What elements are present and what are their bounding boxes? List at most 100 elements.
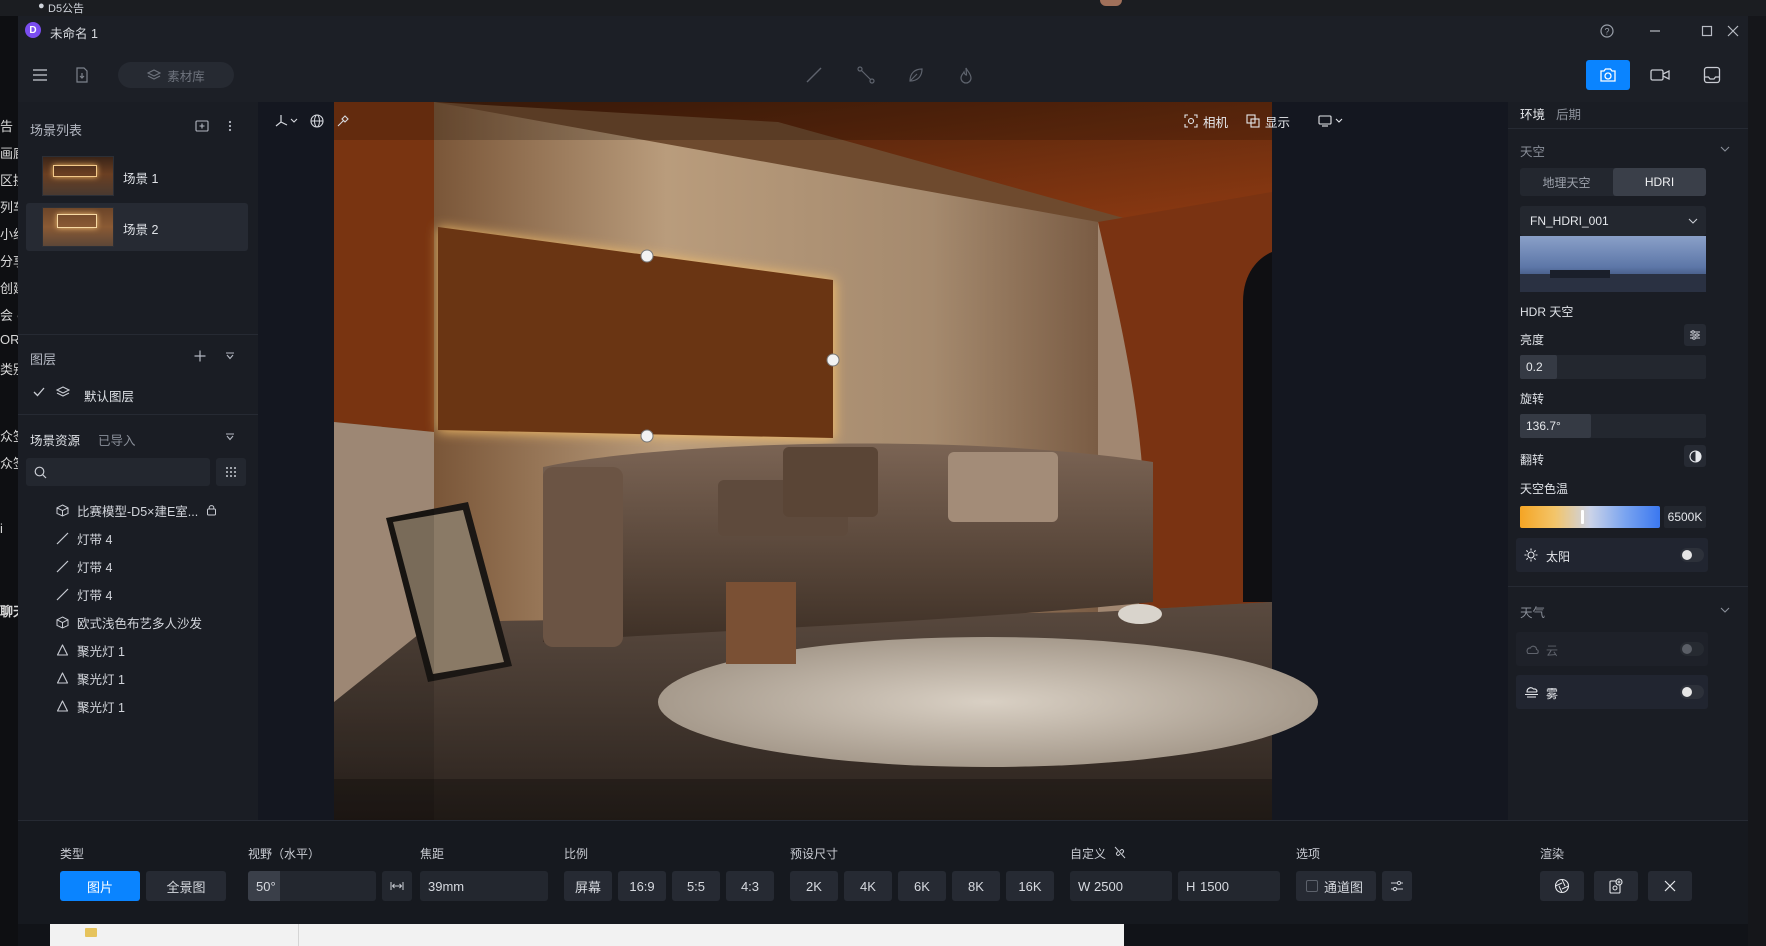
- scene-thumbnail: [42, 207, 114, 247]
- camera-view-button[interactable]: 相机: [1184, 110, 1240, 132]
- ratio-5-5-button[interactable]: 5:5: [672, 871, 720, 901]
- globe-icon[interactable]: [306, 110, 328, 132]
- sun-label: 太阳: [1546, 550, 1571, 564]
- sky-temp-slider[interactable]: [1520, 506, 1660, 528]
- grid-view-button[interactable]: [216, 458, 246, 486]
- tab-geo-sky[interactable]: 地理天空: [1520, 168, 1613, 196]
- adjust-settings-icon[interactable]: [1684, 324, 1706, 346]
- minimize-icon[interactable]: [1646, 22, 1664, 40]
- sun-toggle[interactable]: [1680, 548, 1704, 562]
- lock-icon[interactable]: [206, 504, 217, 516]
- preset-4k-button[interactable]: 4K: [844, 871, 892, 901]
- asset-item[interactable]: 灯带 4: [56, 551, 112, 581]
- cloud-toggle[interactable]: [1680, 642, 1704, 656]
- layer-item[interactable]: 默认图层: [26, 378, 248, 408]
- fov-link-button[interactable]: [382, 871, 412, 901]
- preset-2k-button[interactable]: 2K: [790, 871, 838, 901]
- chevron-down-icon[interactable]: [1720, 607, 1730, 613]
- asset-item[interactable]: 比赛模型-D5×建E室...: [56, 495, 217, 525]
- line-tool-icon[interactable]: [804, 65, 824, 85]
- leaf-tool-icon[interactable]: [906, 65, 926, 85]
- width-input[interactable]: W 2500: [1070, 871, 1172, 901]
- os-avatar[interactable]: [1100, 0, 1122, 6]
- sliders-icon: [1391, 880, 1403, 892]
- transform-gizmo-button[interactable]: [270, 110, 302, 132]
- tab-imported[interactable]: 已导入: [98, 430, 136, 449]
- hdri-preview[interactable]: [1520, 236, 1706, 292]
- axes-icon: [275, 115, 298, 127]
- display-button[interactable]: 显示: [1246, 110, 1302, 132]
- add-layer-icon[interactable]: [191, 347, 209, 365]
- asset-search-input[interactable]: [26, 458, 210, 486]
- import-file-icon[interactable]: [72, 65, 92, 85]
- options-settings-button[interactable]: [1382, 871, 1412, 901]
- tab-environment[interactable]: 环境: [1520, 104, 1545, 123]
- ratio-screen-button[interactable]: 屏幕: [564, 871, 612, 901]
- ratio-16-9-button[interactable]: 16:9: [618, 871, 666, 901]
- width-arrows-icon: [390, 882, 404, 890]
- asset-item[interactable]: 聚光灯 1: [56, 663, 125, 693]
- focal-input[interactable]: 39mm: [420, 871, 548, 901]
- asset-item[interactable]: 灯带 4: [56, 523, 112, 553]
- height-input[interactable]: H 1500: [1178, 871, 1280, 901]
- path-tool-icon[interactable]: [856, 65, 876, 85]
- preset-6k-button[interactable]: 6K: [898, 871, 946, 901]
- 3d-viewport[interactable]: 相机 显示: [258, 102, 1508, 820]
- fire-tool-icon[interactable]: [956, 65, 976, 85]
- os-notice-text[interactable]: D5公告: [48, 0, 84, 16]
- asset-item[interactable]: 聚光灯 1: [56, 635, 125, 665]
- type-image-button[interactable]: 图片: [60, 871, 140, 901]
- flip-toggle[interactable]: [1684, 445, 1706, 467]
- sky-temp-handle[interactable]: [1581, 510, 1584, 524]
- ratio-4-3-button[interactable]: 4:3: [726, 871, 774, 901]
- render-queue-button[interactable]: [1594, 871, 1638, 901]
- eyedropper-icon[interactable]: [332, 110, 354, 132]
- add-scene-icon[interactable]: [193, 117, 211, 135]
- sky-temp-value[interactable]: 6500K: [1664, 506, 1706, 528]
- app-window: D 未命名 1 ? 素材库 场景列表 场景 1 场景 2 图层 默认图层 场景资…: [18, 16, 1748, 924]
- video-mode-button[interactable]: [1640, 60, 1680, 90]
- scene-item-selected[interactable]: 场景 2: [26, 203, 248, 251]
- menu-icon[interactable]: [30, 65, 50, 85]
- rotation-slider[interactable]: 136.7°: [1520, 414, 1706, 438]
- close-icon[interactable]: [1724, 22, 1742, 40]
- hdri-select[interactable]: FN_HDRI_001: [1520, 206, 1706, 236]
- close-render-bar-button[interactable]: [1648, 871, 1692, 901]
- type-label: 类型: [60, 847, 85, 861]
- view-options-button[interactable]: [1314, 110, 1348, 132]
- asset-library-button[interactable]: 素材库: [118, 62, 234, 88]
- focus-frame-icon: [1184, 114, 1198, 128]
- help-icon[interactable]: ?: [1598, 22, 1616, 40]
- preset-8k-button[interactable]: 8K: [952, 871, 1000, 901]
- type-panorama-button[interactable]: 全景图: [146, 871, 226, 901]
- unlink-icon[interactable]: [1114, 846, 1126, 859]
- chevron-down-icon: [1688, 218, 1698, 224]
- sky-section-title: 天空: [1520, 145, 1546, 159]
- tab-post[interactable]: 后期: [1556, 104, 1581, 123]
- brightness-slider[interactable]: 0.2: [1520, 355, 1706, 379]
- preset-16k-button[interactable]: 16K: [1006, 871, 1054, 901]
- asset-label: 灯带 4: [77, 532, 113, 547]
- asset-item[interactable]: 灯带 4: [56, 579, 112, 609]
- collapse-icon[interactable]: [221, 347, 239, 365]
- tab-scene-assets[interactable]: 场景资源: [30, 430, 80, 449]
- render-button[interactable]: [1540, 871, 1584, 901]
- main-toolbar: 素材库: [18, 46, 1748, 102]
- channel-map-checkbox[interactable]: 通道图: [1296, 871, 1376, 901]
- more-vertical-icon[interactable]: [221, 117, 239, 135]
- filter-icon[interactable]: [221, 428, 239, 446]
- gallery-button[interactable]: [1692, 60, 1732, 90]
- scene-item[interactable]: 场景 1: [26, 150, 248, 202]
- brightness-label: 亮度: [1520, 333, 1545, 347]
- tab-hdri[interactable]: HDRI: [1613, 168, 1706, 196]
- chevron-down-icon[interactable]: [1720, 146, 1730, 152]
- fov-input[interactable]: 50°: [248, 871, 376, 901]
- asset-item[interactable]: 欧式浅色布艺多人沙发: [56, 607, 202, 637]
- image-mode-button[interactable]: [1586, 60, 1630, 90]
- asset-item[interactable]: 聚光灯 1: [56, 691, 125, 721]
- line-icon: [56, 532, 69, 544]
- os-notice-dot: ●: [38, 0, 45, 12]
- cloud-icon: [1526, 645, 1539, 655]
- fog-toggle[interactable]: [1680, 685, 1704, 699]
- maximize-icon[interactable]: [1698, 22, 1716, 40]
